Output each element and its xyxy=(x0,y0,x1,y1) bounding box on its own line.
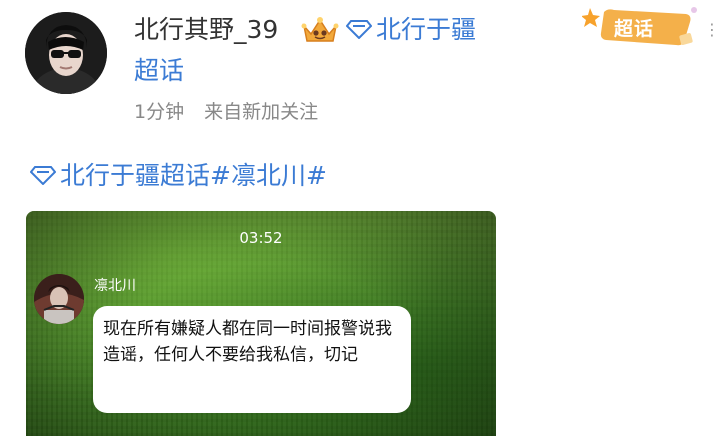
diamond-icon xyxy=(345,16,373,46)
supertopic-link[interactable]: 北行于疆 xyxy=(345,15,476,46)
supertopic-badge-label: 超话 xyxy=(614,18,655,40)
chat-avatar xyxy=(34,274,84,324)
chat-message: 现在所有嫌疑人都在同一时间报警说我造谣，任何人不要给我私信，切记 xyxy=(103,319,392,365)
post-text: 北行于疆超话#凛北川# xyxy=(29,159,327,194)
post-source: 来自新加关注 xyxy=(204,101,319,123)
post-hashtag[interactable]: #凛北川# xyxy=(210,161,327,190)
chat-sender: 凛北川 xyxy=(94,278,136,294)
supertopic-name[interactable]: 北行于疆 xyxy=(376,15,476,44)
crown-icon xyxy=(300,14,340,46)
diamond-icon xyxy=(29,160,57,194)
post-image[interactable]: 03:52 凛北川 现在所有嫌疑人都在同一时间报警说我造谣，任何人不要给我私信，… xyxy=(26,211,496,436)
username[interactable]: 北行其野_39 xyxy=(134,15,278,45)
image-timestamp: 03:52 xyxy=(239,229,283,247)
chat-bubble: 现在所有嫌疑人都在同一时间报警说我造谣，任何人不要给我私信，切记 xyxy=(93,306,411,413)
ellipsis-icon[interactable]: ⋮ xyxy=(704,20,720,39)
post-topic-link[interactable]: 北行于疆超话 xyxy=(60,161,210,190)
post-meta: 1分钟 来自新加关注 xyxy=(134,99,318,125)
post-time: 1分钟 xyxy=(134,101,185,123)
user-avatar[interactable] xyxy=(25,12,107,94)
supertopic-suffix[interactable]: 超话 xyxy=(134,56,184,86)
